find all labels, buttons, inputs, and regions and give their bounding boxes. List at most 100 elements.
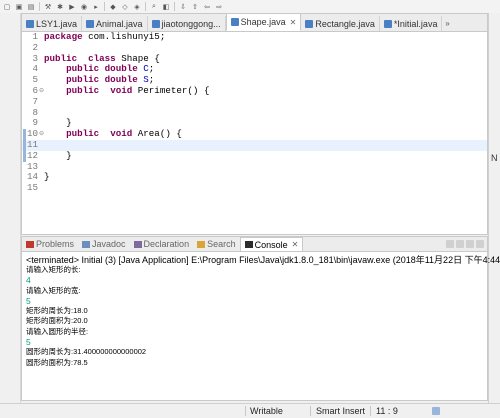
run-icon[interactable]: ▶ — [67, 2, 77, 11]
external-tools-icon[interactable]: ▸ — [91, 2, 101, 11]
console-line: 5 — [26, 337, 31, 348]
code-text: public void Area() { — [66, 128, 182, 140]
clear-console-icon[interactable] — [446, 240, 454, 248]
code-editor[interactable]: 1 package com.lishunyi5; 2 3 public class Sh… — [22, 31, 487, 232]
editor-tab-label: Animal.java — [96, 18, 143, 29]
code-line[interactable]: 15 — [22, 182, 487, 194]
line-number: 2 — [32, 41, 38, 53]
java-file-icon — [305, 19, 314, 28]
java-file-icon — [151, 19, 160, 28]
fold-icon[interactable]: ⊖ — [39, 86, 44, 97]
console-tab[interactable]: Declaration — [130, 238, 194, 251]
insert-mode-status: Smart Insert — [316, 406, 366, 416]
scroll-lock-icon[interactable] — [456, 240, 464, 248]
console-line: 4 — [26, 275, 31, 286]
editor-tab-label: LSY1.java — [36, 18, 78, 29]
code-line[interactable]: 12 } — [22, 149, 487, 162]
new-package-icon[interactable]: ◇ — [120, 2, 130, 11]
code-text: } — [66, 149, 72, 161]
search-icon — [197, 240, 206, 248]
close-tab-icon[interactable]: ✕ — [290, 18, 297, 27]
left-trim-stack — [0, 13, 21, 403]
writable-status: Writable — [250, 406, 283, 416]
outline-label: N — [491, 153, 498, 163]
debug-icon[interactable]: ✱ — [55, 2, 65, 11]
code-text: public double C; — [66, 63, 155, 75]
console-icon — [244, 241, 253, 248]
editor-tab[interactable]: Animal.java — [82, 16, 148, 31]
close-tab-icon[interactable]: ✕ — [292, 240, 299, 249]
code-line[interactable]: 8 — [22, 107, 487, 119]
console-tab[interactable]: Problems — [22, 238, 78, 251]
previous-annotation-icon[interactable]: ⇧ — [190, 2, 200, 11]
code-text: } — [66, 117, 72, 129]
javadoc-icon — [82, 240, 91, 248]
problems-icon — [26, 240, 34, 248]
status-bar: Writable Smart Insert 11 : 9 — [0, 403, 500, 418]
new-icon[interactable]: ▢ — [2, 2, 12, 11]
java-file-icon — [86, 19, 95, 28]
editor-tab[interactable]: jiaotonggong... — [148, 16, 226, 31]
change-marker — [23, 129, 26, 162]
console-tab[interactable]: Console ✕ — [239, 237, 304, 251]
console-tab-label: Javadoc — [92, 239, 126, 249]
toolbar-separator — [145, 2, 146, 11]
editor-tab[interactable]: Rectangle.java — [301, 16, 380, 31]
new-class-icon[interactable]: ◈ — [132, 2, 142, 11]
console-toolbar — [446, 240, 487, 248]
code-text: public void Perimeter() { — [66, 84, 210, 96]
editor-tabs: LSY1.java Animal.java jiaotonggong... Shape… — [22, 14, 487, 32]
editor-tab-label: Rectangle.java — [315, 18, 375, 29]
console-tab-label: Declaration — [143, 239, 190, 249]
console-output[interactable]: 请输入矩形的长: 4 请输入矩形的宽: 5 矩形的周长为:18.0 矩形的面积为:20.0… — [26, 265, 146, 368]
console-tab[interactable]: Search — [193, 238, 240, 251]
memory-icon[interactable] — [432, 407, 440, 415]
console-line: 请输入矩形的宽: — [26, 285, 81, 295]
editor-tab[interactable]: *Initial.java — [380, 16, 443, 31]
code-text: public double S; — [66, 74, 155, 86]
save-icon[interactable]: ▣ — [14, 2, 24, 11]
console-line: 矩形的周长为:18.0 — [26, 306, 88, 316]
java-file-icon — [26, 19, 34, 28]
open-console-icon[interactable] — [476, 240, 484, 248]
open-type-icon[interactable]: ◧ — [161, 2, 171, 11]
console-line: 5 — [26, 295, 31, 306]
code-line[interactable]: 7 — [22, 95, 487, 108]
toolbar-separator — [39, 2, 40, 11]
console-line: 矩形的面积为:20.0 — [26, 316, 88, 326]
java-file-icon — [383, 19, 392, 28]
cursor-position-status: 11 : 9 — [376, 406, 398, 416]
console-tab[interactable]: Javadoc — [78, 238, 130, 251]
code-line[interactable]: 11 — [22, 139, 487, 151]
toolbar-separator — [104, 2, 105, 11]
next-annotation-icon[interactable]: ⇩ — [178, 2, 188, 11]
code-line[interactable]: 10 ⊖ public void Area() { — [22, 128, 487, 140]
pin-console-icon[interactable] — [466, 240, 474, 248]
code-line[interactable]: 6 ⊖ public void Perimeter() { — [22, 84, 487, 97]
build-icon[interactable]: ⚒ — [43, 2, 53, 11]
console-line: 圆形的面积为:78.5 — [26, 357, 88, 367]
declaration-icon — [133, 240, 142, 248]
console-tab-label: Console — [254, 239, 288, 250]
new-java-project-icon[interactable]: ◆ — [108, 2, 118, 11]
code-line[interactable]: 14} — [22, 171, 487, 183]
editor-tab[interactable]: LSY1.java — [22, 16, 83, 31]
more-tabs-icon[interactable]: » — [442, 16, 452, 31]
editor-tab[interactable]: Shape.java ✕ — [225, 14, 302, 31]
forward-icon[interactable]: ⇨ — [214, 2, 224, 11]
line-number: 15 — [26, 182, 38, 194]
line-number: 7 — [32, 95, 38, 107]
console-line: 圆形的周长为:31.400000000000002 — [26, 347, 147, 357]
console-line: 请输入圆形的半径: — [26, 326, 89, 336]
search-icon[interactable]: ⌕ — [149, 2, 159, 11]
back-icon[interactable]: ⇦ — [202, 2, 212, 11]
editor-tab-label: jiaotonggong... — [161, 18, 221, 29]
code-text: package com.lishunyi5; — [44, 31, 166, 42]
fold-icon[interactable]: ⊖ — [39, 129, 44, 140]
code-text: } — [44, 171, 50, 183]
coverage-icon[interactable]: ◉ — [79, 2, 89, 11]
code-line[interactable]: 1 package com.lishunyi5; — [22, 31, 487, 43]
main-toolbar: ▢ ▣ ▤ ⚒ ✱ ▶ ◉ ▸ ◆ ◇ ◈ ⌕ ◧ ⇩ ⇧ ⇦ ⇨ — [0, 0, 500, 13]
code-line[interactable]: 13 — [22, 161, 487, 173]
save-all-icon[interactable]: ▤ — [26, 2, 36, 11]
